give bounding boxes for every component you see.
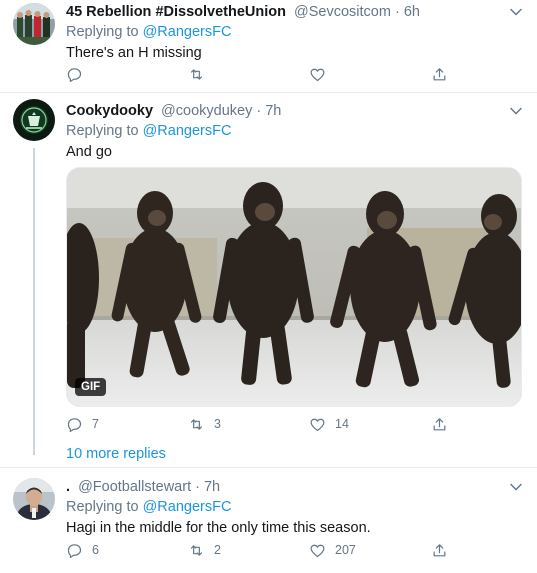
replying-to-label: Replying to <box>66 123 143 139</box>
reply-button[interactable]: 7 <box>66 414 99 434</box>
user-handle[interactable]: @cookydukey <box>161 103 252 119</box>
tweet-header: Cookydooky @cookydukey · 7h <box>66 102 525 120</box>
replying-to-mention[interactable]: @RangersFC <box>143 123 232 139</box>
timestamp[interactable]: · 7h <box>256 103 281 119</box>
share-button[interactable] <box>431 414 448 434</box>
avatar[interactable] <box>13 478 55 520</box>
like-icon <box>310 418 325 431</box>
like-button[interactable] <box>309 64 335 84</box>
share-button[interactable] <box>431 540 448 560</box>
replying-to-mention[interactable]: @RangersFC <box>143 24 232 40</box>
replying-to-label: Replying to <box>66 499 143 515</box>
share-button[interactable] <box>431 64 448 84</box>
tweet-text: And go <box>66 144 112 160</box>
retweet-count: 3 <box>214 417 221 431</box>
retweet-icon <box>190 68 203 80</box>
retweet-button[interactable] <box>188 64 214 84</box>
reply-button[interactable] <box>66 64 92 84</box>
avatar[interactable] <box>13 99 55 141</box>
gif-media[interactable]: GIF <box>66 167 522 407</box>
chevron-down-icon[interactable] <box>509 104 523 118</box>
like-count: 14 <box>335 417 349 431</box>
user-handle[interactable]: @Footballstewart <box>78 479 191 495</box>
avatar[interactable] <box>13 3 55 45</box>
user-handle[interactable]: @Sevcositcom <box>294 4 391 20</box>
replying-to: Replying to @RangersFC <box>66 122 525 141</box>
more-replies-link[interactable]: 10 more replies <box>66 446 166 462</box>
chimpanzees-gif <box>67 168 521 406</box>
retweet-icon <box>190 544 203 556</box>
retweet-button[interactable]: 2 <box>188 540 221 560</box>
chevron-down-icon[interactable] <box>509 480 523 494</box>
replying-to: Replying to @RangersFC <box>66 23 525 42</box>
retweet-button[interactable]: 3 <box>188 414 221 434</box>
reply-count: 7 <box>92 417 99 431</box>
reply-icon <box>67 543 82 558</box>
like-button[interactable]: 207 <box>309 540 356 560</box>
like-count: 207 <box>335 543 356 557</box>
tweet-header: . @Footballstewart · 7h <box>66 478 525 496</box>
retweet-count: 2 <box>214 543 221 557</box>
timestamp[interactable]: · 7h <box>195 479 220 495</box>
replying-to-mention[interactable]: @RangersFC <box>143 499 232 515</box>
tweet-3[interactable]: . @Footballstewart · 7h Replying to @Ran… <box>0 468 537 573</box>
share-icon <box>433 417 446 430</box>
share-icon <box>433 67 446 80</box>
display-name[interactable]: Cookydooky <box>66 103 153 119</box>
tweet-actions: 7 3 14 <box>66 414 466 434</box>
like-icon <box>310 68 325 81</box>
tweet-header: 45 Rebellion #DissolvetheUnion @Sevcosit… <box>66 3 525 21</box>
tweet-1[interactable]: 45 Rebellion #DissolvetheUnion @Sevcosit… <box>0 0 537 92</box>
tweet-actions: 6 2 207 <box>66 540 466 560</box>
reply-icon <box>67 417 82 432</box>
tweet-text: Hagi in the middle for the only time thi… <box>66 520 371 536</box>
display-name[interactable]: . <box>66 479 70 495</box>
tweet-actions <box>66 64 466 84</box>
tweet-2[interactable]: Cookydooky @cookydukey · 7h Replying to … <box>0 93 537 468</box>
like-button[interactable]: 14 <box>309 414 349 434</box>
tweet-text: There's an H missing <box>66 45 202 61</box>
timestamp[interactable]: · 6h <box>395 4 420 20</box>
replying-to-label: Replying to <box>66 24 143 40</box>
retweet-icon <box>190 418 203 430</box>
gif-badge: GIF <box>75 378 107 396</box>
replying-to: Replying to @RangersFC <box>66 498 525 517</box>
reply-count: 6 <box>92 543 99 557</box>
like-icon <box>310 544 325 557</box>
reply-button[interactable]: 6 <box>66 540 99 560</box>
share-icon <box>433 543 446 556</box>
reply-icon <box>67 67 82 82</box>
display-name[interactable]: 45 Rebellion #DissolvetheUnion <box>66 4 286 20</box>
chevron-down-icon[interactable] <box>509 5 523 19</box>
